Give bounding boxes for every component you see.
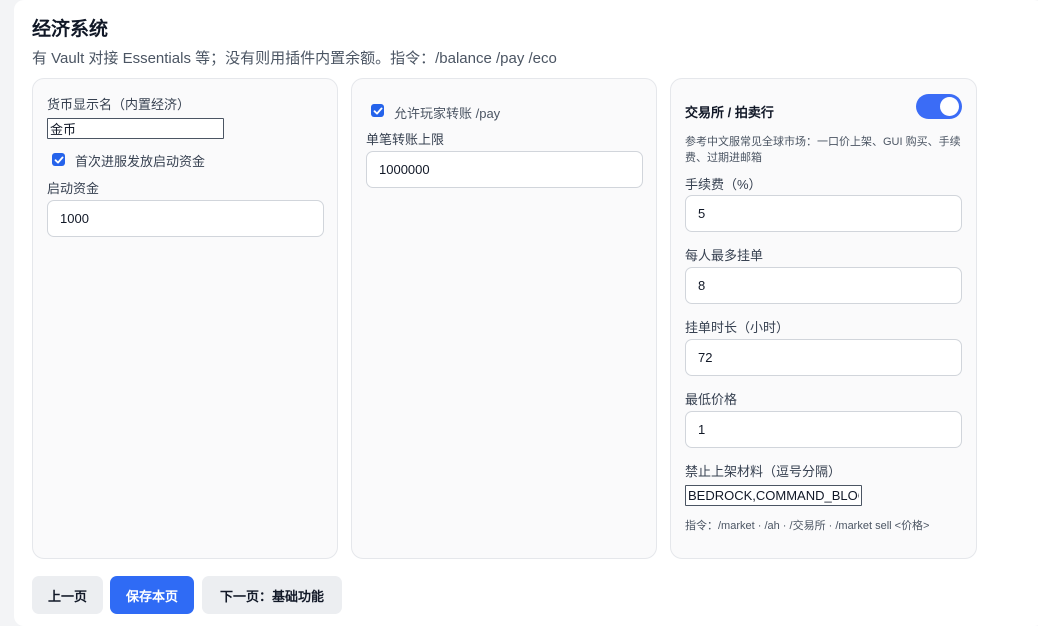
currency-settings-card: 货币显示名（内置经济） 首次进服发放启动资金 启动资金 xyxy=(32,78,338,559)
toggle-knob xyxy=(940,97,959,116)
currency-name-input[interactable] xyxy=(47,118,224,139)
max-transfer-label: 单笔转账上限 xyxy=(366,132,445,147)
check-icon xyxy=(373,107,382,114)
starting-funds-input[interactable] xyxy=(47,200,324,237)
allow-pay-checkbox[interactable] xyxy=(371,104,384,117)
min-price-input[interactable] xyxy=(685,411,962,448)
fee-input[interactable] xyxy=(685,195,962,232)
market-heading: 交易所 / 拍卖行 xyxy=(685,105,774,120)
check-icon xyxy=(54,156,63,163)
save-page-button[interactable]: 保存本页 xyxy=(110,576,194,614)
fee-label: 手续费（%） xyxy=(685,177,762,192)
market-description: 参考中文服常见全球市场：一口价上架、GUI 购买、手续费、过期进邮箱 xyxy=(685,136,961,164)
page-title: 经济系统 xyxy=(32,19,109,40)
allow-pay-checkbox-label: 允许玩家转账 /pay xyxy=(394,106,501,121)
listing-duration-label: 挂单时长（小时） xyxy=(685,320,790,335)
prev-page-button[interactable]: 上一页 xyxy=(32,576,103,614)
banned-materials-input[interactable] xyxy=(685,485,862,506)
min-price-label: 最低价格 xyxy=(685,392,738,407)
currency-name-label: 货币显示名（内置经济） xyxy=(47,97,191,112)
max-listings-input[interactable] xyxy=(685,267,962,304)
market-settings-card: 交易所 / 拍卖行 参考中文服常见全球市场：一口价上架、GUI 购买、手续费、过… xyxy=(670,78,977,559)
starting-funds-label: 启动资金 xyxy=(47,181,100,196)
starting-funds-checkbox[interactable] xyxy=(52,153,65,166)
banned-materials-label: 禁止上架材料（逗号分隔） xyxy=(685,464,842,479)
max-transfer-input[interactable] xyxy=(366,151,643,188)
max-listings-label: 每人最多挂单 xyxy=(685,248,764,263)
page-subtitle: 有 Vault 对接 Essentials 等；没有则用插件内置余额。指令：/b… xyxy=(32,50,557,67)
page-panel: 经济系统 有 Vault 对接 Essentials 等；没有则用插件内置余额。… xyxy=(14,0,1038,626)
starting-funds-checkbox-label: 首次进服发放启动资金 xyxy=(75,154,206,169)
market-commands-note: 指令：/market · /ah · /交易所 · /market sell <… xyxy=(685,520,930,532)
listing-duration-input[interactable] xyxy=(685,339,962,376)
transfer-settings-card: 允许玩家转账 /pay 单笔转账上限 xyxy=(351,78,657,559)
market-enabled-toggle[interactable] xyxy=(916,94,962,119)
next-page-button[interactable]: 下一页：基础功能 xyxy=(202,576,342,614)
